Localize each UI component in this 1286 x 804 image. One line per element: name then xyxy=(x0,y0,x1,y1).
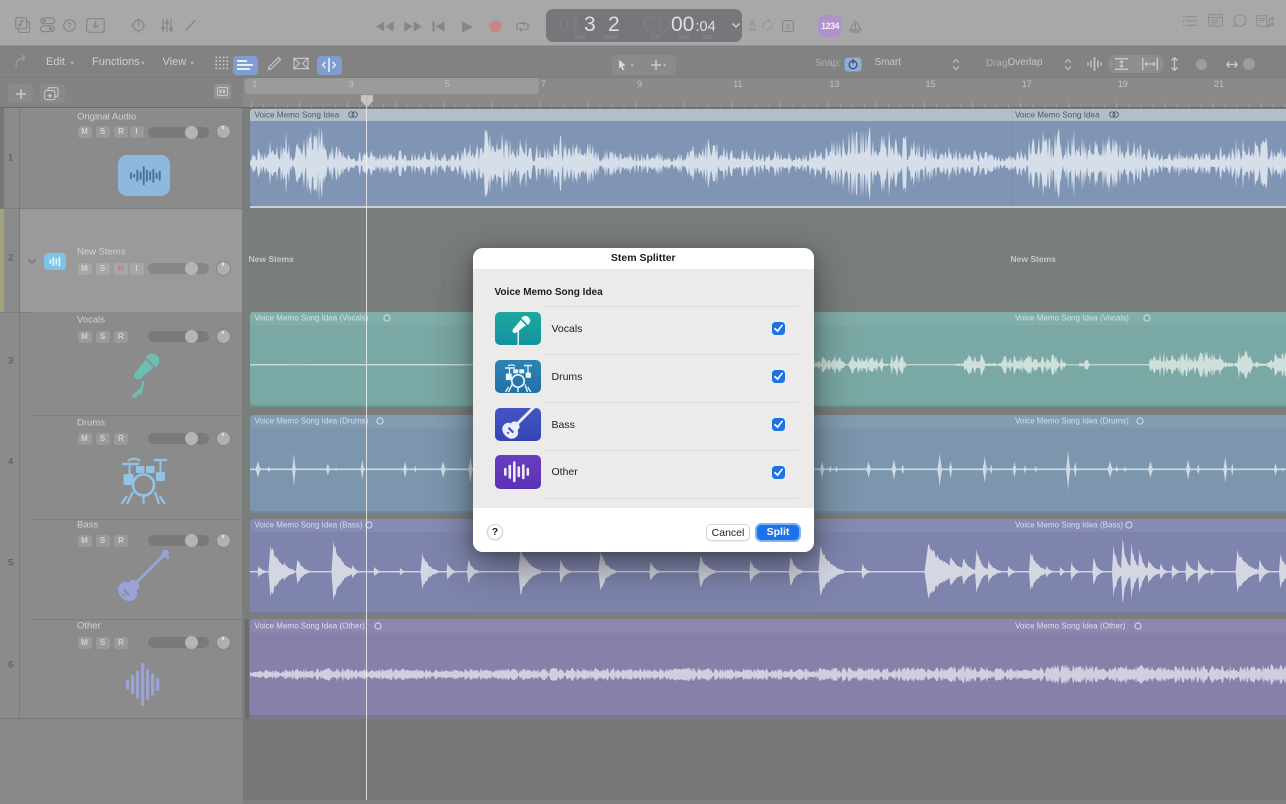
svg-text:S: S xyxy=(785,22,790,31)
svg-text:?: ? xyxy=(67,22,72,31)
